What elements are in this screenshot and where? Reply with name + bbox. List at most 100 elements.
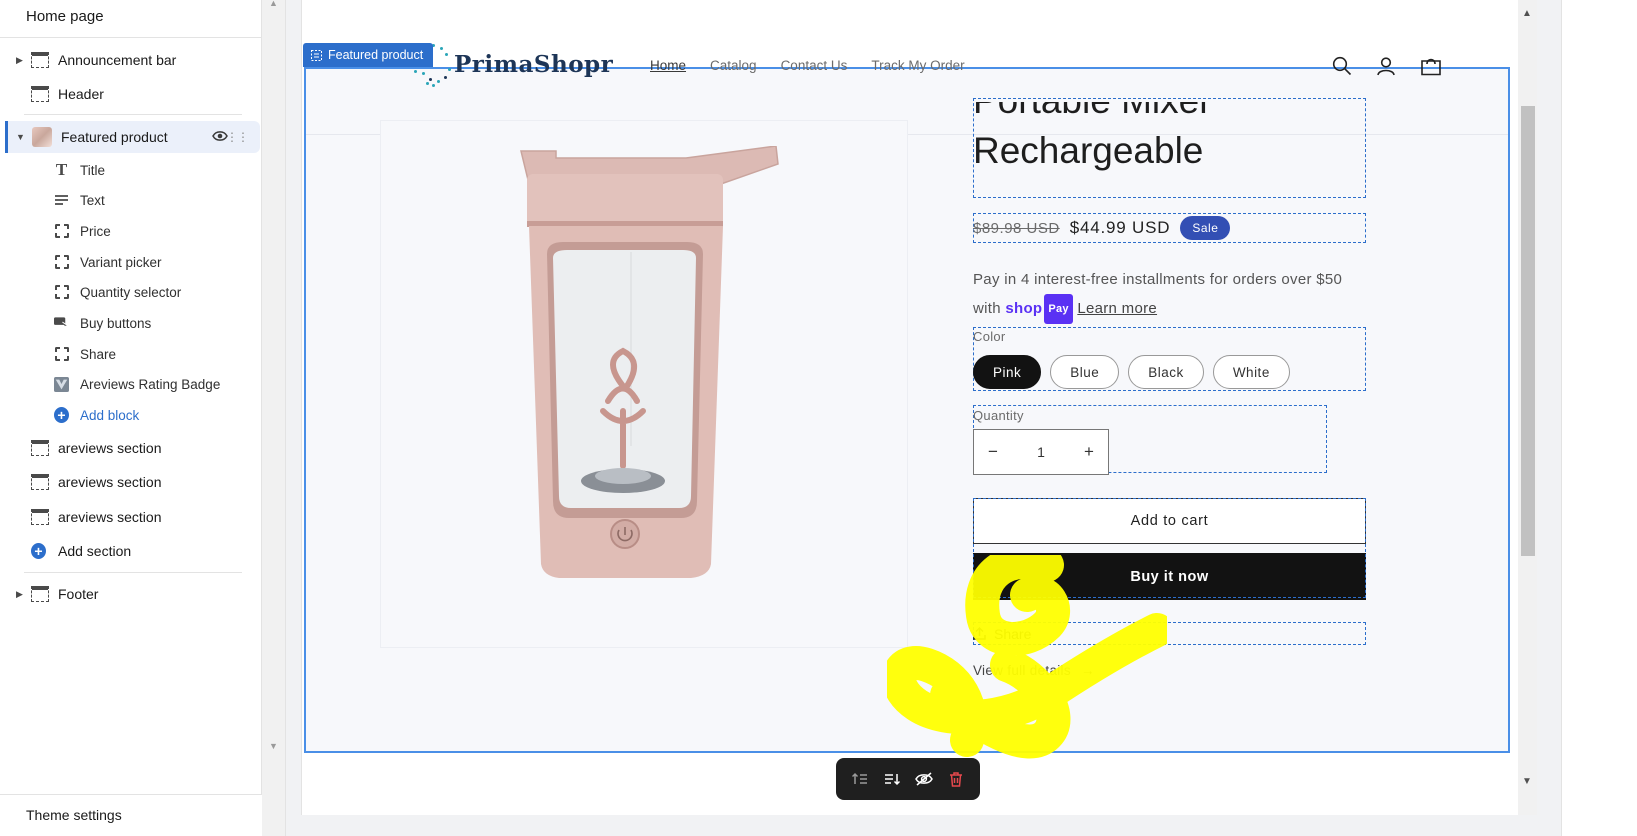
installments-text: Pay in 4 interest-free installments for … [973,266,1393,324]
cart-icon[interactable] [1420,56,1441,76]
block-bracket-icon [54,285,69,300]
product-image [520,146,779,578]
section-icon [31,440,49,456]
move-up-icon[interactable] [849,768,871,790]
add-block-button[interactable]: + Add block [0,401,262,429]
section-tag[interactable]: Featured product [303,43,434,67]
share-button[interactable]: Share [973,622,1366,645]
section-featured-product[interactable]: ▼ Featured product ⋮⋮ [5,121,260,153]
section-label: Header [58,86,104,102]
section-areviews-1[interactable]: areviews section [0,432,262,464]
color-option-blue[interactable]: Blue [1050,355,1120,389]
minus-icon[interactable]: − [988,442,998,462]
color-option-pink[interactable]: Pink [973,355,1042,389]
canvas-bottom-gutter [286,815,1537,836]
block-variant-picker[interactable]: Variant picker [0,248,262,276]
block-title[interactable]: T Title [0,156,262,184]
add-block-label: Add block [80,407,140,423]
drag-handle-icon[interactable]: ⋮⋮ [226,130,249,144]
account-icon[interactable] [1376,56,1396,76]
theme-settings-button[interactable]: Theme settings [0,794,262,836]
section-header[interactable]: Header [0,78,262,110]
block-buy-buttons[interactable]: Buy buttons [0,309,262,337]
title-icon: T [55,160,68,179]
scrollbar-thumb[interactable] [1521,106,1535,556]
move-down-icon[interactable] [881,768,903,790]
section-label: areviews section [58,474,162,490]
search-icon[interactable] [1332,56,1352,76]
scroll-up-icon[interactable]: ▲ [269,0,278,8]
block-quantity-selector[interactable]: Quantity selector [0,278,262,306]
share-label: Share [994,625,1032,642]
hide-icon[interactable] [913,768,935,790]
block-areviews-rating-badge[interactable]: Areviews Rating Badge [0,370,262,398]
nav-contact-us[interactable]: Contact Us [781,58,848,73]
section-areviews-2[interactable]: areviews section [0,466,262,498]
installments-with: with [973,300,1001,317]
block-label: Title [80,162,106,178]
section-icon [31,586,49,602]
add-section-button[interactable]: + Add section [0,535,262,567]
section-areviews-3[interactable]: areviews section [0,501,262,533]
delete-icon[interactable] [945,768,967,790]
section-footer[interactable]: ▶ Footer [0,578,262,610]
learn-more-link[interactable]: Learn more [1077,300,1157,317]
block-bracket-icon [54,255,69,270]
block-bracket-icon [54,347,69,362]
section-announcement-bar[interactable]: ▶ Announcement bar [0,44,262,76]
nav-catalog[interactable]: Catalog [710,58,757,73]
settings-panel [1561,0,1637,836]
block-label: Quantity selector [80,284,182,300]
section-tag-icon [311,49,322,61]
nav-track-order[interactable]: Track My Order [871,58,964,73]
shop-pay-logo: shop Pay [1005,294,1073,324]
installments-line: Pay in 4 interest-free installments for … [973,271,1343,288]
quantity-input[interactable]: 1 [1037,444,1045,460]
store-logo[interactable]: PrimaShopr [412,42,614,87]
block-text[interactable]: Text [0,186,262,214]
block-price[interactable]: Price [0,217,262,245]
preview-canvas: Featured product PrimaShopr Home Catalog… [301,0,1518,815]
block-label: Price [80,223,111,239]
caret-right-icon[interactable]: ▶ [16,589,23,600]
caret-right-icon[interactable]: ▶ [16,55,23,66]
block-bracket-icon [54,224,69,239]
section-icon [31,86,49,102]
scroll-down-icon[interactable]: ▼ [1522,776,1532,787]
compare-price: $89.98 USD [973,219,1060,237]
color-option-white[interactable]: White [1212,355,1290,389]
section-label: Announcement bar [58,52,177,68]
scroll-up-icon[interactable]: ▲ [1522,8,1532,19]
logo-text: PrimaShopr [454,50,614,78]
section-label: areviews section [58,440,162,456]
block-label: Variant picker [80,254,162,270]
view-full-details-link[interactable]: View full details → [973,663,1095,678]
sidebar-scrollbar[interactable]: ▲ ▼ [262,0,286,836]
text-lines-icon [54,193,69,208]
product-media[interactable] [380,120,908,648]
view-details-label: View full details [973,663,1071,678]
section-label: areviews section [58,509,162,525]
block-share[interactable]: Share [0,340,262,368]
block-label: Share [80,346,117,362]
theme-settings-label: Theme settings [26,807,122,823]
areviews-app-icon [54,376,69,392]
nav-home[interactable]: Home [650,58,686,73]
section-label: Featured product [61,129,168,145]
divider [24,572,242,573]
share-icon [973,627,986,640]
preview-scrollbar[interactable]: ▲ ▼ [1518,0,1537,815]
block-label: Areviews Rating Badge [80,376,221,392]
block-label: Buy buttons [80,315,152,331]
section-tag-label: Featured product [328,48,424,62]
product-thumbnail [32,127,52,147]
divider [24,114,242,115]
plus-icon[interactable]: + [1084,442,1094,462]
editor-sidebar: Home page ▶ Announcement bar Header ▼ Fe… [0,0,262,836]
page-title: Home page [26,8,104,25]
scroll-down-icon[interactable]: ▼ [269,741,278,751]
caret-down-icon[interactable]: ▼ [16,132,25,142]
buy-button-icon [54,316,69,331]
quantity-stepper: − 1 + [973,429,1109,475]
color-option-black[interactable]: Black [1128,355,1204,389]
